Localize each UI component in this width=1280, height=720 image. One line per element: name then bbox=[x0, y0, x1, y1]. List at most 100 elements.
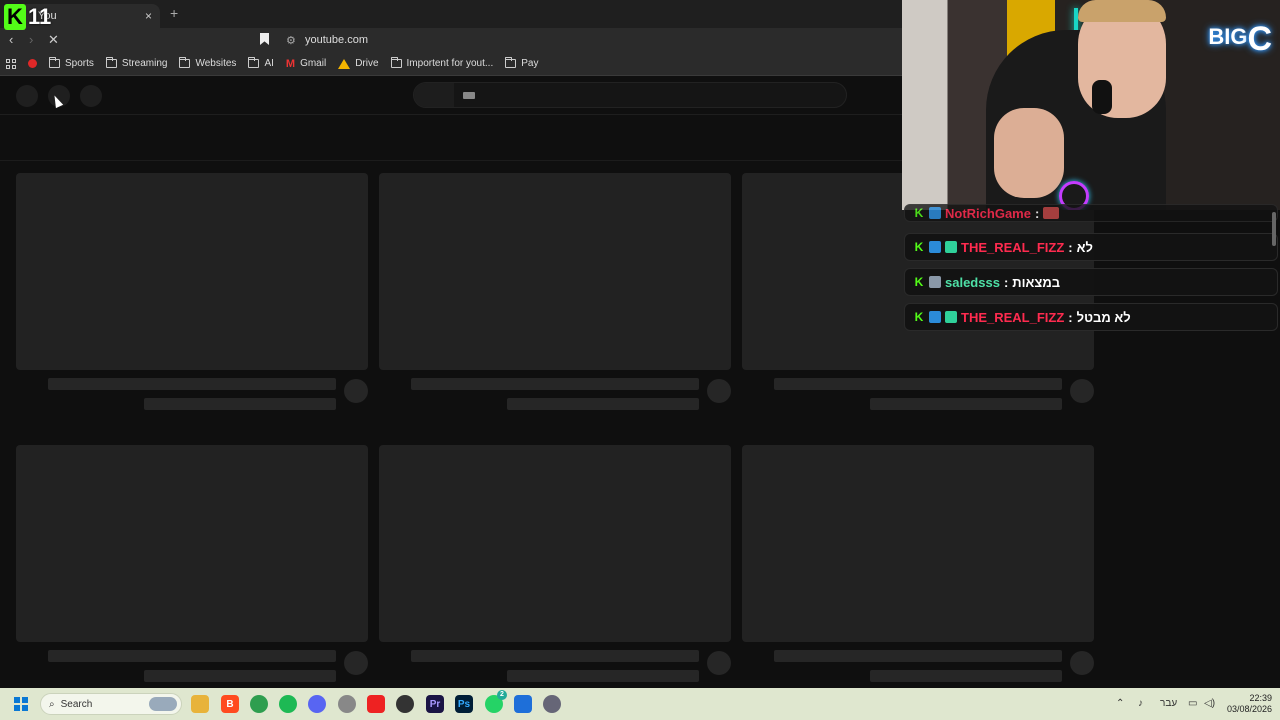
subscriber-badge-icon bbox=[929, 276, 941, 288]
placeholder-circle bbox=[80, 85, 102, 107]
webcam-feed: 34 BIGC bbox=[902, 0, 1280, 210]
tray-overflow-icon[interactable]: ⌃ bbox=[1116, 698, 1124, 709]
chat-scrollbar[interactable] bbox=[1272, 212, 1276, 246]
emote-icon bbox=[1043, 207, 1060, 219]
title-placeholder bbox=[411, 650, 699, 662]
subscriber-badge-icon bbox=[929, 241, 941, 253]
bookmark-streaming[interactable]: Streaming bbox=[105, 57, 168, 69]
kick-badge-icon: K bbox=[914, 206, 924, 220]
system-clock[interactable]: 22:39 03/08/2026 bbox=[1227, 693, 1272, 715]
drive-icon bbox=[338, 58, 351, 69]
close-tab-icon[interactable]: × bbox=[145, 9, 152, 23]
bookmark-pay[interactable]: Pay bbox=[505, 57, 538, 69]
meta-placeholder bbox=[507, 398, 699, 410]
network-icon[interactable]: ▭ bbox=[1188, 698, 1197, 709]
search-input[interactable] bbox=[413, 82, 847, 108]
url-field[interactable]: youtube.com bbox=[305, 34, 368, 46]
brave-browser-icon[interactable]: B bbox=[221, 695, 239, 713]
bookmark-sports[interactable]: Sports bbox=[49, 57, 94, 69]
meta-placeholder bbox=[870, 398, 1062, 410]
chat-message: K THE_REAL_FIZZ : לא מבטל bbox=[904, 303, 1278, 331]
search-icon: ⌕ bbox=[49, 698, 55, 710]
folder-icon bbox=[390, 57, 402, 68]
bookmark-label: Drive bbox=[355, 58, 379, 69]
search-box-left bbox=[414, 83, 454, 107]
avatar-placeholder bbox=[707, 651, 731, 675]
bookmark-icon[interactable] bbox=[260, 33, 269, 45]
app-dark-icon[interactable] bbox=[396, 695, 414, 713]
taskbar-search[interactable]: ⌕ Search bbox=[40, 693, 182, 715]
site-info-icon[interactable]: ⚙ bbox=[286, 34, 296, 47]
video-thumbnail-placeholder[interactable] bbox=[379, 445, 731, 642]
clock-time: 22:39 bbox=[1249, 693, 1272, 703]
stop-loading-button[interactable]: ✕ bbox=[48, 32, 59, 48]
forward-button[interactable]: › bbox=[29, 32, 33, 47]
chat-message: K THE_REAL_FIZZ : לא bbox=[904, 233, 1278, 261]
meta-placeholder bbox=[870, 670, 1062, 682]
taskbar: ⌕ Search B Pr Ps 2 ⌃ ♪ עבר ▭ ◁) 22:39 03… bbox=[0, 688, 1280, 720]
avatar-placeholder bbox=[707, 379, 731, 403]
chat-text: לא bbox=[1076, 239, 1093, 255]
back-button[interactable]: ‹ bbox=[9, 32, 13, 47]
meta-placeholder bbox=[144, 670, 336, 682]
bookmark-ai[interactable]: AI bbox=[248, 57, 274, 69]
menu-icon-placeholder[interactable] bbox=[16, 85, 38, 107]
youtube-bookmark-icon[interactable] bbox=[28, 59, 37, 68]
chrome-icon[interactable] bbox=[250, 695, 268, 713]
video-thumbnail-placeholder[interactable] bbox=[379, 173, 731, 370]
kick-badge-icon: K bbox=[914, 310, 924, 324]
bookmark-label: Streaming bbox=[121, 58, 168, 69]
folder-icon bbox=[105, 57, 117, 68]
whatsapp-icon[interactable]: 2 bbox=[485, 690, 507, 713]
spotify-icon[interactable] bbox=[279, 695, 297, 713]
volume-icon[interactable]: ◁) bbox=[1204, 698, 1215, 709]
settings-gear-icon[interactable] bbox=[543, 695, 561, 713]
chat-separator: : bbox=[1034, 205, 1040, 221]
chat-overlay: K NotRichGame : K THE_REAL_FIZZ : לא K s… bbox=[902, 204, 1280, 334]
new-tab-button[interactable]: + bbox=[170, 5, 178, 21]
discord-icon[interactable] bbox=[308, 695, 326, 713]
video-thumbnail-placeholder[interactable] bbox=[742, 445, 1094, 642]
app-red-icon[interactable] bbox=[367, 695, 385, 713]
bookmark-drive[interactable]: Drive bbox=[338, 58, 379, 69]
windows-start-icon[interactable] bbox=[14, 697, 28, 711]
title-placeholder bbox=[411, 378, 699, 390]
gifter-badge-icon bbox=[945, 311, 957, 323]
subscriber-badge-icon bbox=[929, 311, 941, 323]
folder-icon bbox=[179, 57, 191, 68]
avatar-placeholder bbox=[344, 651, 368, 675]
folder-icon bbox=[505, 57, 517, 68]
screen: You × + ‹ › ✕ ⚙ youtube.com Sports Strea… bbox=[0, 0, 1280, 720]
notepad-icon[interactable] bbox=[514, 695, 532, 713]
streamer-hand bbox=[994, 108, 1064, 198]
kick-badge-icon: K bbox=[914, 240, 924, 254]
video-thumbnail-placeholder[interactable] bbox=[16, 173, 368, 370]
video-thumbnail-placeholder[interactable] bbox=[16, 445, 368, 642]
chat-text: לא מבטל bbox=[1076, 309, 1131, 325]
whatsapp-badge: 2 bbox=[497, 690, 507, 700]
obs-icon[interactable] bbox=[338, 695, 356, 713]
chat-username: saledsss bbox=[945, 274, 1000, 290]
language-indicator[interactable]: עבר bbox=[1160, 698, 1177, 709]
keyboard-icon[interactable] bbox=[463, 92, 475, 99]
bookmark-label: AI bbox=[264, 58, 274, 69]
apps-grid-icon[interactable] bbox=[6, 58, 16, 69]
microphone-icon[interactable]: ♪ bbox=[1138, 698, 1143, 709]
bookmark-websites[interactable]: Websites bbox=[179, 57, 236, 69]
title-placeholder bbox=[48, 378, 336, 390]
bookmark-gmail[interactable]: M Gmail bbox=[286, 58, 326, 70]
file-explorer-icon[interactable] bbox=[191, 695, 209, 713]
logo-number: 11 bbox=[28, 4, 52, 29]
avatar-placeholder bbox=[1070, 379, 1094, 403]
premiere-pro-icon[interactable]: Pr bbox=[426, 695, 444, 713]
chat-username: NotRichGame bbox=[945, 205, 1031, 221]
subscriber-badge-icon bbox=[929, 207, 941, 219]
chat-separator: : bbox=[1068, 239, 1073, 255]
gifter-badge-icon bbox=[945, 241, 957, 253]
kick-logo: K 11 bbox=[4, 3, 68, 31]
photoshop-icon[interactable]: Ps bbox=[455, 695, 473, 713]
avatar-placeholder bbox=[1070, 651, 1094, 675]
title-placeholder bbox=[774, 378, 1062, 390]
bookmark-importent[interactable]: Importent for yout... bbox=[390, 57, 493, 69]
chat-message: K saledsss : במצאות bbox=[904, 268, 1278, 296]
